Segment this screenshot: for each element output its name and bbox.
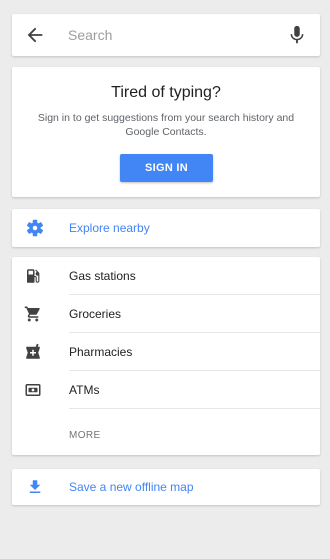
divider bbox=[69, 408, 320, 409]
category-pharmacies[interactable]: Pharmacies bbox=[12, 333, 320, 371]
category-label: ATMs bbox=[69, 383, 100, 397]
explore-nearby-link[interactable]: Explore nearby bbox=[12, 209, 320, 247]
category-label: Pharmacies bbox=[69, 345, 133, 359]
search-input[interactable] bbox=[68, 22, 280, 48]
microphone-icon[interactable] bbox=[286, 24, 308, 46]
signin-description: Sign in to get suggestions from your sea… bbox=[37, 112, 295, 138]
signin-title: Tired of typing? bbox=[111, 84, 221, 101]
categories-card: Gas stations Groceries Pharmacies ATMs M… bbox=[12, 257, 320, 455]
back-arrow-icon[interactable] bbox=[24, 24, 46, 46]
search-bar bbox=[12, 14, 320, 56]
category-label: Gas stations bbox=[69, 269, 136, 283]
save-offline-map-label: Save a new offline map bbox=[69, 480, 194, 494]
gas-station-icon bbox=[24, 267, 42, 285]
download-icon bbox=[26, 478, 44, 496]
pharmacy-icon bbox=[24, 343, 42, 361]
atm-icon bbox=[24, 381, 42, 399]
category-label: Groceries bbox=[69, 307, 122, 321]
category-gas-stations[interactable]: Gas stations bbox=[12, 257, 320, 295]
signin-card: Tired of typing? Sign in to get suggesti… bbox=[12, 67, 320, 197]
gear-icon bbox=[26, 219, 44, 237]
explore-nearby-label: Explore nearby bbox=[69, 221, 150, 235]
category-atms[interactable]: ATMs bbox=[12, 371, 320, 409]
explore-nearby-card: Explore nearby bbox=[12, 209, 320, 247]
category-groceries[interactable]: Groceries bbox=[12, 295, 320, 333]
offline-map-card: Save a new offline map bbox=[12, 469, 320, 505]
sign-in-button[interactable]: SIGN IN bbox=[120, 154, 213, 182]
shopping-cart-icon bbox=[24, 305, 42, 323]
save-offline-map-link[interactable]: Save a new offline map bbox=[12, 469, 320, 505]
more-button[interactable]: MORE bbox=[69, 430, 101, 441]
